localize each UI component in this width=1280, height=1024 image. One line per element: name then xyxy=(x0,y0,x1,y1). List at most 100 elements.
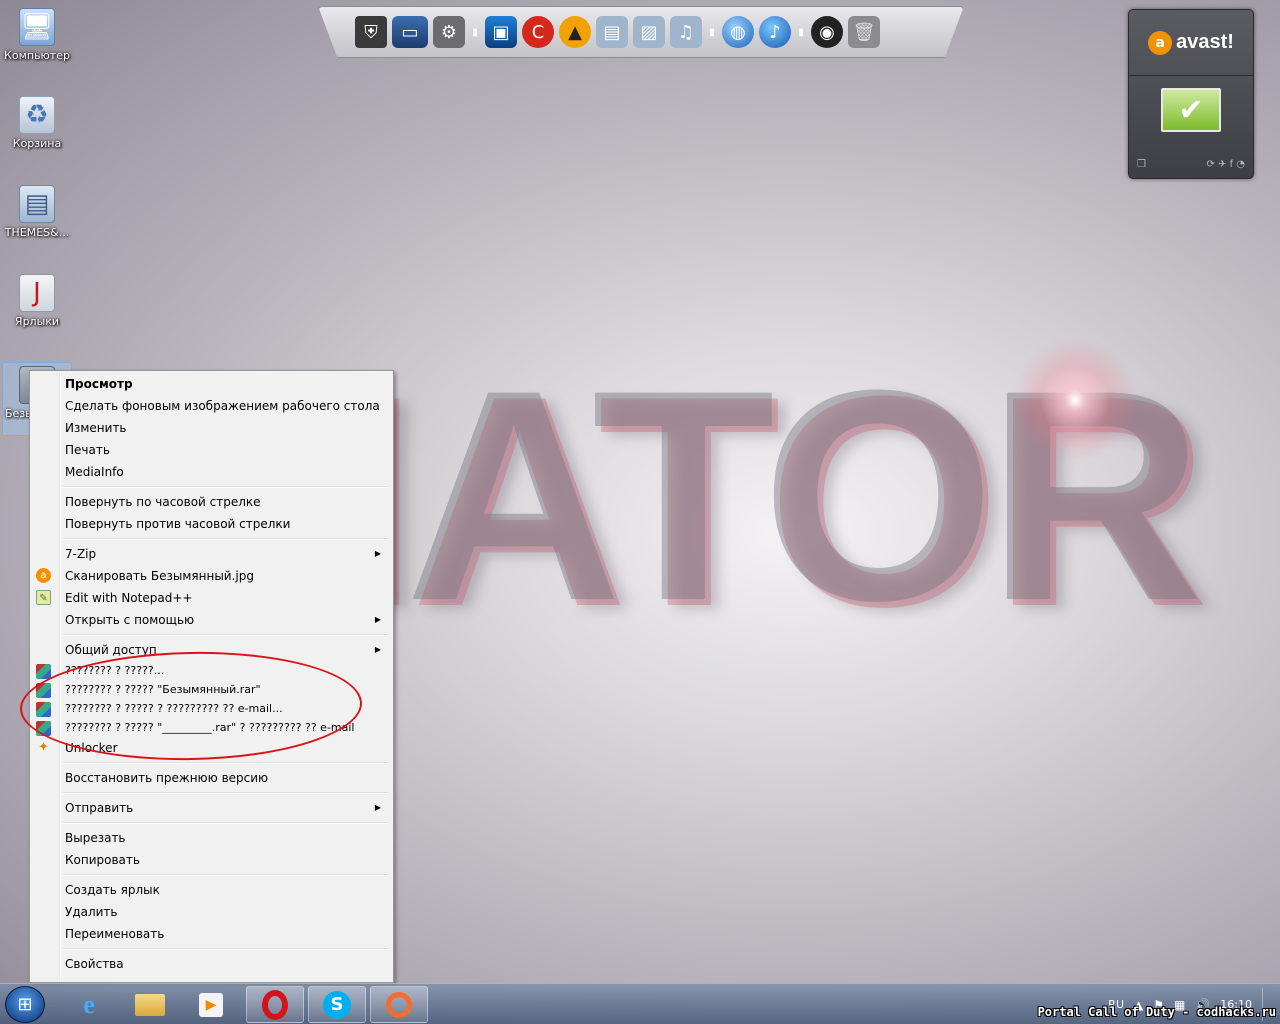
menu-item[interactable]: Повернуть по часовой стрелке xyxy=(32,491,391,513)
menu-separator xyxy=(32,871,391,879)
ccleaner-icon[interactable]: C xyxy=(522,16,554,48)
menu-item[interactable]: Копировать xyxy=(32,849,391,871)
menu-item[interactable]: Повернуть против часовой стрелки xyxy=(32,513,391,535)
pictures-icon[interactable]: ▨ xyxy=(633,16,665,48)
menu-item-label: 7-Zip xyxy=(65,547,97,561)
computer-icon: 🖥 xyxy=(19,8,55,46)
menu-separator xyxy=(32,483,391,491)
menu-item-label: Общий доступ xyxy=(65,643,157,657)
menu-separator xyxy=(32,819,391,827)
desktop-icon-label: THEMES&... xyxy=(4,226,70,239)
menu-item-label: Открыть с помощью xyxy=(65,613,195,627)
folder-icon: J xyxy=(19,274,55,312)
menu-item[interactable]: Переименовать xyxy=(32,923,391,945)
speaker-icon[interactable]: ◉ xyxy=(811,16,843,48)
watermark: Portal Call of Duty - codhacks.ru xyxy=(1037,1005,1276,1019)
aimp-icon[interactable]: ▲ xyxy=(559,16,591,48)
menu-item[interactable]: ???????? ? ????? ? ????????? ?? e-mail..… xyxy=(32,699,391,718)
menu-separator xyxy=(32,631,391,639)
menu-item[interactable]: ???????? ? ????? "_________.rar" ? ?????… xyxy=(32,718,391,737)
submenu-arrow-icon: ▶ xyxy=(374,645,381,654)
winrar-icon xyxy=(36,702,51,717)
menu-item[interactable]: Вырезать xyxy=(32,827,391,849)
unlocker-wand-icon: ✦ xyxy=(38,740,49,755)
display-icon[interactable]: ▣ xyxy=(485,16,517,48)
context-menu: Просмотр Сделать фоновым изображением раб… xyxy=(29,370,394,983)
start-orb-icon[interactable]: ⊞ xyxy=(5,986,45,1023)
menu-item-label: Изменить xyxy=(65,421,127,435)
open-window-icon[interactable]: ❐ xyxy=(1137,159,1146,170)
menu-item[interactable]: MediaInfo xyxy=(32,461,391,483)
notepad-plus-plus-icon: ✎ xyxy=(36,590,51,605)
menu-item[interactable]: Сделать фоновым изображением рабочего ст… xyxy=(32,395,391,417)
trash-icon[interactable]: 🗑 xyxy=(848,16,880,48)
avast-logo-icon: a xyxy=(1148,30,1173,55)
world-of-tanks-icon[interactable]: ⛨ xyxy=(355,16,387,48)
menu-item-label: Восстановить прежнюю версию xyxy=(65,771,269,785)
menu-item[interactable]: ✦ Unlocker xyxy=(32,737,391,759)
menu-item-label: Сделать фоновым изображением рабочего ст… xyxy=(65,399,380,413)
winrar-icon xyxy=(36,683,51,698)
settings-icon[interactable]: ⚙ xyxy=(433,16,465,48)
dock-separator: ▮ xyxy=(472,26,478,38)
menu-item[interactable]: Общий доступ ▶ xyxy=(32,639,391,661)
desktop-icon-computer[interactable]: 🖥 Компьютер xyxy=(2,8,72,62)
dock-separator: ▮ xyxy=(798,26,804,38)
music-icon[interactable]: ♫ xyxy=(670,16,702,48)
documents-icon[interactable]: ▤ xyxy=(596,16,628,48)
menu-item-label: MediaInfo xyxy=(65,465,124,479)
menu-item[interactable]: Отправить ▶ xyxy=(32,797,391,819)
menu-item[interactable]: Печать xyxy=(32,439,391,461)
social-icons[interactable]: ⟳ ✈ f ◔ xyxy=(1206,159,1245,170)
opera-icon[interactable] xyxy=(246,986,304,1023)
menu-item-label: Вырезать xyxy=(65,831,126,845)
internet-explorer-icon[interactable]: e xyxy=(60,986,118,1023)
lens-flare xyxy=(1010,340,1140,460)
menu-separator xyxy=(32,945,391,953)
menu-item-label: Создать ярлык xyxy=(65,883,160,897)
menu-item-label: Удалить xyxy=(65,905,118,919)
menu-item-label: Сканировать Безымянный.jpg xyxy=(65,569,254,583)
desktop-icon-label: Ярлыки xyxy=(14,315,60,328)
monitor-icon[interactable]: ▭ xyxy=(392,16,428,48)
desktop-icon-label: Компьютер xyxy=(4,49,70,62)
menu-item-label: Unlocker xyxy=(65,741,118,755)
menu-item-label: Edit with Notepad++ xyxy=(65,591,193,605)
dock-separator: ▮ xyxy=(709,26,715,38)
explorer-folder-icon[interactable] xyxy=(121,986,179,1023)
desktop-icon-shortcuts[interactable]: J Ярлыки xyxy=(2,274,72,328)
avast-name: avast! xyxy=(1176,31,1234,53)
submenu-arrow-icon: ▶ xyxy=(374,803,381,812)
menu-item[interactable]: ✎ Edit with Notepad++ xyxy=(32,587,391,609)
internet-icon[interactable]: ◍ xyxy=(722,16,754,48)
submenu-arrow-icon: ▶ xyxy=(374,549,381,558)
menu-item[interactable]: Создать ярлык xyxy=(32,879,391,901)
menu-item-label: Печать xyxy=(65,443,110,457)
menu-item-label: Отправить xyxy=(65,801,134,815)
menu-item[interactable]: Удалить xyxy=(32,901,391,923)
desktop-icon-label: Корзина xyxy=(12,137,62,150)
menu-item-label: Свойства xyxy=(65,957,124,971)
skype-icon[interactable]: S xyxy=(308,986,366,1023)
avast-gadget[interactable]: a avast! ✔ ❐ ⟳ ✈ f ◔ xyxy=(1128,9,1254,179)
menu-item[interactable]: a Сканировать Безымянный.jpg xyxy=(32,565,391,587)
menu-item[interactable]: 7-Zip ▶ xyxy=(32,543,391,565)
desktop-icon-themes[interactable]: ▤ THEMES&... xyxy=(2,185,72,239)
menu-item[interactable]: ???????? ? ????? "Безымянный.rar" xyxy=(32,680,391,699)
menu-item-label: Повернуть по часовой стрелке xyxy=(65,495,261,509)
menu-item[interactable]: Просмотр xyxy=(32,373,391,395)
menu-item[interactable]: ???????? ? ?????... xyxy=(32,661,391,680)
menu-item[interactable]: Свойства xyxy=(32,953,391,975)
winrar-icon xyxy=(36,664,51,679)
protected-checkmark-icon[interactable]: ✔ xyxy=(1161,88,1221,132)
origin-icon[interactable] xyxy=(370,986,428,1023)
desktop-icon-recycle-bin[interactable]: ♻ Корзина xyxy=(2,96,72,150)
avast-icon: a xyxy=(36,568,51,583)
itunes-icon[interactable]: ♪ xyxy=(759,16,791,48)
menu-item[interactable]: Восстановить прежнюю версию xyxy=(32,767,391,789)
menu-item[interactable]: Открыть с помощью ▶ xyxy=(32,609,391,631)
menu-item-label: Просмотр xyxy=(65,377,133,391)
folder-icon: ▤ xyxy=(19,185,55,223)
media-player-icon[interactable]: ▶ xyxy=(182,986,240,1023)
menu-item[interactable]: Изменить xyxy=(32,417,391,439)
